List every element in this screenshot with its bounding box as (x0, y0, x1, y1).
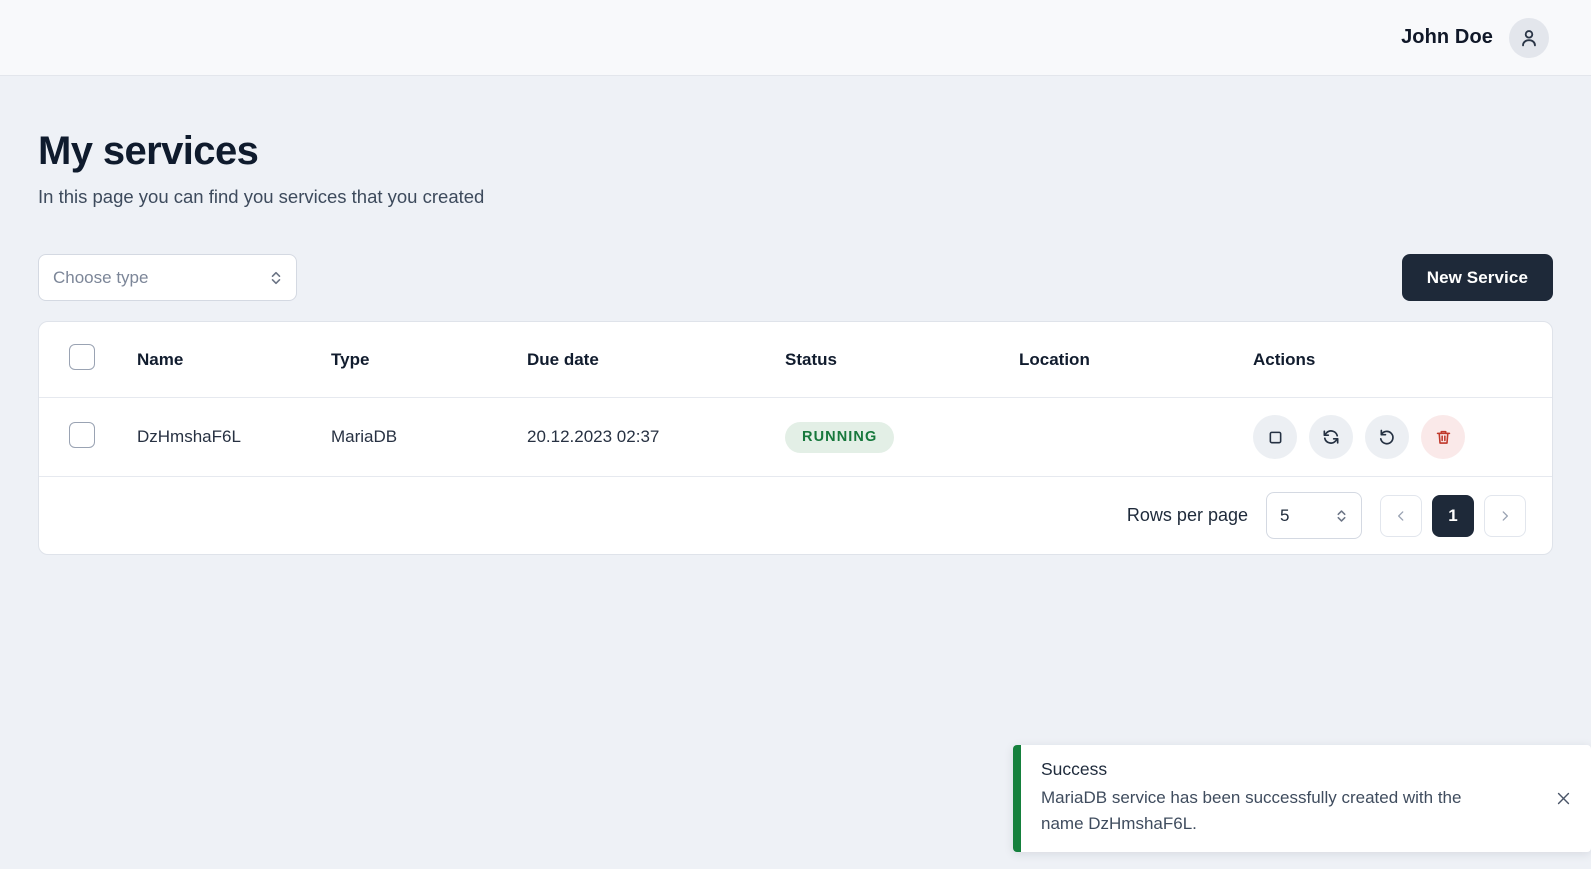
chevron-right-icon (1502, 510, 1508, 521)
cell-name: DzHmshaF6L (137, 427, 241, 446)
rotate-left-icon (1379, 429, 1394, 445)
main-content: My services In this page you can find yo… (0, 76, 1591, 555)
toast-close-button[interactable] (1535, 745, 1591, 852)
toast-body: Success MariaDB service has been success… (1021, 745, 1535, 852)
rows-per-page-value: 5 (1280, 505, 1290, 525)
column-header-status[interactable]: Status (785, 322, 1019, 398)
toast-accent-bar (1013, 745, 1021, 852)
page-button-1[interactable]: 1 (1432, 494, 1474, 537)
status-badge: RUNNING (785, 421, 895, 453)
cell-due-date: 20.12.2023 02:37 (527, 427, 660, 446)
table-body: DzHmshaF6L MariaDB 20.12.2023 02:37 RUNN… (39, 398, 1552, 477)
cell-location (1019, 398, 1253, 477)
select-all-header (39, 322, 137, 398)
row-actions (1253, 415, 1552, 459)
row-select-cell (39, 398, 137, 477)
column-header-actions: Actions (1253, 349, 1316, 369)
new-service-button[interactable]: New Service (1401, 254, 1553, 301)
cell-actions (1253, 398, 1552, 477)
table-head: Name Type Due date Status Location Actio… (39, 322, 1552, 398)
services-table-card: Name Type Due date Status Location Actio… (38, 321, 1553, 555)
services-table: Name Type Due date Status Location Actio… (39, 322, 1552, 476)
toast-title: Success (1041, 759, 1108, 779)
rows-per-page-label: Rows per page (1126, 505, 1248, 525)
rows-per-page-select[interactable]: 5 (1266, 492, 1362, 539)
avatar[interactable] (1509, 17, 1549, 58)
chevron-up-down-icon (1335, 507, 1348, 524)
pagination: Rows per page 5 1 (39, 476, 1552, 554)
reload-button[interactable] (1365, 415, 1409, 459)
column-header-name[interactable]: Name (137, 322, 331, 398)
type-filter-value: Choose type (53, 267, 149, 287)
refresh-icon (1323, 430, 1339, 444)
pager: 1 (1380, 494, 1526, 537)
row-checkbox[interactable] (69, 421, 95, 448)
select-all-checkbox[interactable] (69, 344, 95, 370)
page-title: My services (38, 129, 259, 173)
previous-page-button[interactable] (1380, 494, 1422, 537)
stop-button[interactable] (1253, 415, 1297, 459)
top-bar: John Doe (0, 0, 1591, 76)
type-filter-select[interactable]: Choose type (38, 254, 297, 301)
page-subtitle: In this page you can find you services t… (38, 186, 485, 207)
table-header-row: Name Type Due date Status Location Actio… (39, 322, 1552, 398)
column-header-location[interactable]: Location (1019, 322, 1253, 398)
chevron-up-down-icon (269, 269, 283, 287)
stop-square-icon (1269, 431, 1281, 443)
success-toast: Success MariaDB service has been success… (1013, 745, 1591, 852)
cell-type: MariaDB (331, 427, 398, 446)
user-name: John Doe (1401, 26, 1493, 48)
column-header-due-date[interactable]: Due date (527, 322, 785, 398)
toolbar: Choose type New Service (38, 254, 1553, 301)
column-header-type[interactable]: Type (331, 322, 527, 398)
close-icon (1557, 792, 1569, 805)
next-page-button[interactable] (1484, 494, 1526, 537)
user-menu[interactable]: John Doe (1401, 17, 1549, 58)
chevron-left-icon (1398, 510, 1404, 521)
user-icon (1522, 29, 1536, 46)
table-row[interactable]: DzHmshaF6L MariaDB 20.12.2023 02:37 RUNN… (39, 398, 1552, 477)
cell-status: RUNNING (785, 398, 1019, 477)
trash-icon (1436, 430, 1450, 444)
delete-button[interactable] (1421, 415, 1465, 459)
toast-message: MariaDB service has been successfully cr… (1041, 788, 1462, 833)
restart-button[interactable] (1309, 415, 1353, 459)
